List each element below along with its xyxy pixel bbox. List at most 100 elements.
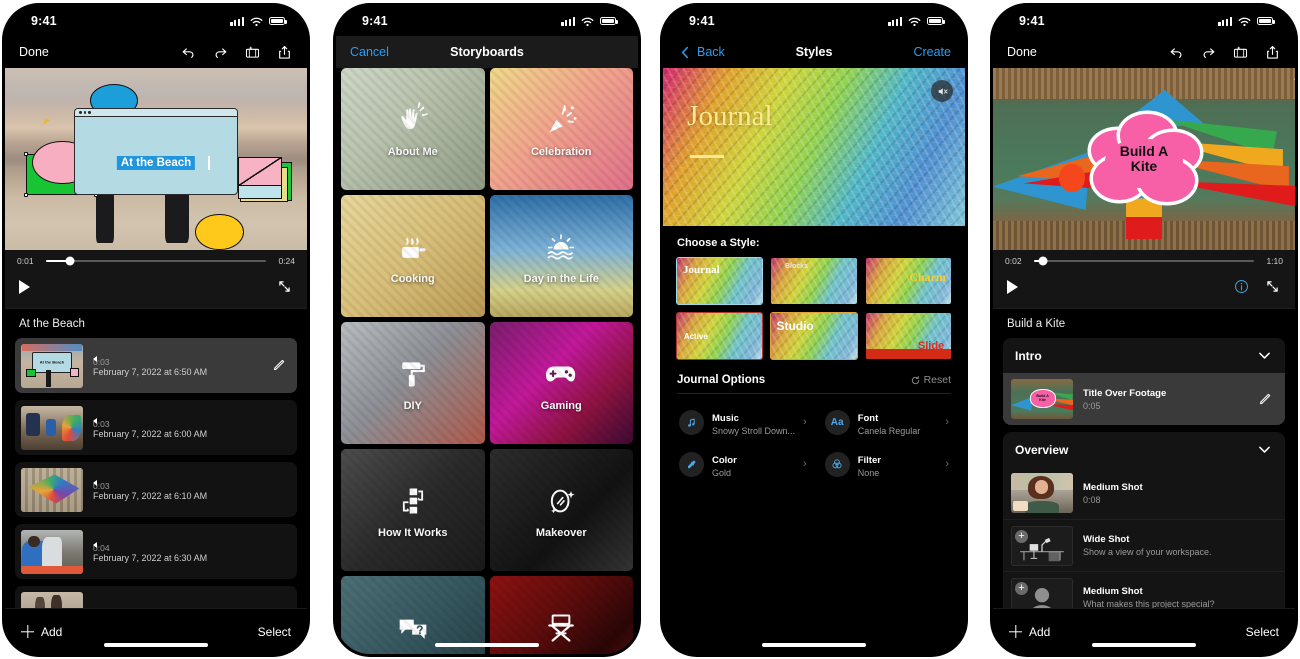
- done-button[interactable]: Done: [1007, 45, 1037, 59]
- options-title: Journal Options: [677, 374, 766, 386]
- storyboard-row[interactable]: + Medium Shot What makes this project sp…: [1003, 571, 1285, 608]
- storyboard-card-celebration[interactable]: Celebration: [489, 68, 633, 190]
- option-value: Snowy Stroll Down...: [712, 426, 796, 436]
- style-card-blocks[interactable]: Blocks: [770, 257, 857, 305]
- fullscreen-icon[interactable]: [1264, 278, 1281, 295]
- select-button[interactable]: Select: [1246, 625, 1279, 639]
- done-button[interactable]: Done: [19, 45, 49, 59]
- options-grid[interactable]: Music Snowy Stroll Down... › Aa Font Can…: [663, 394, 965, 492]
- add-label: Add: [1029, 624, 1051, 639]
- chevron-down-icon[interactable]: [1256, 347, 1273, 364]
- undo-icon[interactable]: [180, 44, 197, 61]
- title-card-text[interactable]: At the Beach: [116, 155, 196, 170]
- play-icon[interactable]: [1007, 279, 1018, 294]
- style-card-slide[interactable]: Slide: [865, 312, 952, 360]
- add-button[interactable]: Add: [21, 625, 62, 639]
- style-card-active[interactable]: Active: [676, 312, 764, 360]
- cancel-button[interactable]: Cancel: [350, 45, 389, 59]
- playback-row-1: [17, 278, 295, 295]
- option-row-font[interactable]: Aa Font Canela Regular ›: [819, 403, 955, 441]
- option-key: Font: [857, 413, 879, 424]
- status-time: 9:41: [1019, 14, 1045, 28]
- select-button[interactable]: Select: [258, 625, 291, 639]
- magic-movie-icon[interactable]: [244, 44, 261, 61]
- storyboard-card-gaming[interactable]: Gaming: [489, 322, 633, 444]
- chevron-left-icon: [681, 46, 689, 58]
- info-icon[interactable]: [1233, 278, 1250, 295]
- share-icon[interactable]: [276, 44, 293, 61]
- video-preview-4[interactable]: Build A Kite: [993, 68, 1295, 250]
- style-card-studio[interactable]: Studio: [770, 312, 858, 360]
- phone-panel-styles: 9:41 Back Styles Create Journal Choose a…: [663, 6, 965, 654]
- group-name: Overview: [1015, 442, 1069, 457]
- option-row-color[interactable]: Color Gold ›: [673, 445, 813, 483]
- redo-icon[interactable]: [212, 44, 229, 61]
- row-thumbnail: [1011, 473, 1073, 513]
- option-row-music[interactable]: Music Snowy Stroll Down... ›: [673, 403, 813, 441]
- create-button[interactable]: Create: [913, 45, 951, 59]
- plus-icon[interactable]: +: [1015, 581, 1028, 595]
- chevron-down-icon[interactable]: [1256, 441, 1273, 458]
- option-row-filter[interactable]: Filter None ›: [819, 445, 955, 483]
- back-button[interactable]: Back: [677, 44, 725, 61]
- scrub-track[interactable]: [46, 256, 266, 266]
- storyboard-row[interactable]: Build A Kite Title Over Footage 0:05: [1003, 373, 1285, 425]
- status-bar: 9:41: [5, 6, 307, 36]
- share-icon[interactable]: [1264, 44, 1281, 61]
- screen-1: 9:41 Done At the Beach 0:01 0:24 At the …: [5, 6, 307, 654]
- pencil-icon[interactable]: [270, 357, 287, 374]
- title-card-window[interactable]: [74, 108, 238, 196]
- storyboard-row[interactable]: + Wide Shot Show a view of your workspac…: [1003, 519, 1285, 571]
- storyboard-card-cooking[interactable]: Cooking: [341, 195, 485, 317]
- wifi-icon: [908, 17, 921, 26]
- total-time: 1:10: [1266, 256, 1283, 266]
- title-blob-sticker[interactable]: Build A Kite: [1084, 108, 1205, 210]
- storyboard-card-makeover[interactable]: Makeover: [489, 449, 633, 571]
- storyboard-card-diy[interactable]: DIY: [341, 322, 485, 444]
- storyboard-row[interactable]: Medium Shot 0:08: [1003, 467, 1285, 519]
- pencil-icon[interactable]: [1256, 391, 1273, 408]
- storyboard-card-day-in-the-life[interactable]: Day in the Life: [489, 195, 633, 317]
- clip-list-item[interactable]: 0:04 February 7, 2022 at 6:30 AM: [15, 524, 297, 579]
- status-time: 9:41: [689, 14, 715, 28]
- storyboard-card-how-it-works[interactable]: How It Works: [341, 449, 485, 571]
- battery-icon: [927, 16, 945, 26]
- clip-list-item[interactable]: 0:03: [15, 586, 297, 608]
- style-card-journal[interactable]: Journal: [676, 257, 764, 305]
- scrubber-4[interactable]: 0:02 1:10: [1005, 256, 1283, 266]
- option-text: Filter None: [858, 450, 938, 478]
- plus-icon[interactable]: +: [1015, 529, 1028, 543]
- group-header[interactable]: Overview: [1003, 432, 1285, 467]
- mute-button[interactable]: [931, 80, 953, 102]
- video-preview-1[interactable]: At the Beach: [5, 68, 307, 250]
- sparkle-sticker: [1293, 78, 1295, 80]
- fullscreen-icon[interactable]: [276, 278, 293, 295]
- right-controls: [276, 278, 293, 295]
- magic-movie-icon[interactable]: [1232, 44, 1249, 61]
- chevron-right-icon: ›: [803, 416, 807, 428]
- add-button[interactable]: Add: [1009, 625, 1050, 639]
- clip-list-item[interactable]: 0:03 February 7, 2022 at 6:10 AM: [15, 462, 297, 517]
- option-key: Filter: [857, 455, 881, 466]
- clip-duration: 0:03: [93, 480, 110, 491]
- reset-icon: [911, 375, 919, 384]
- group-header[interactable]: Intro: [1003, 338, 1285, 373]
- scrub-track[interactable]: [1034, 256, 1254, 266]
- storyboard-grid[interactable]: About Me Celebration Cooking Day in the …: [336, 68, 638, 654]
- style-card-charm[interactable]: Charm: [865, 257, 952, 305]
- style-preview[interactable]: Journal: [663, 68, 965, 226]
- reset-button[interactable]: Reset: [910, 374, 951, 386]
- clip-list-item[interactable]: 0:03 February 7, 2022 at 6:00 AM: [15, 400, 297, 455]
- play-icon[interactable]: [19, 279, 30, 294]
- style-grid[interactable]: Journal Blocks Charm Active Studio Slide: [663, 257, 965, 360]
- storyboard-list[interactable]: Intro Build A Kite Title Over Footage 0:0…: [993, 338, 1295, 608]
- clip-thumbnail: [21, 529, 83, 574]
- scrubber-1[interactable]: 0:01 0:24: [17, 256, 295, 266]
- status-bar: 9:41: [993, 6, 1295, 36]
- undo-icon[interactable]: [1168, 44, 1185, 61]
- redo-icon[interactable]: [1200, 44, 1217, 61]
- storyboard-card-about-me[interactable]: About Me: [341, 68, 485, 190]
- clip-list-item[interactable]: At the Beach 0:03 February 7, 2022 at 6:…: [15, 338, 297, 393]
- total-time: 0:24: [278, 256, 295, 266]
- clip-list-1[interactable]: At the Beach 0:03 February 7, 2022 at 6:…: [5, 338, 307, 608]
